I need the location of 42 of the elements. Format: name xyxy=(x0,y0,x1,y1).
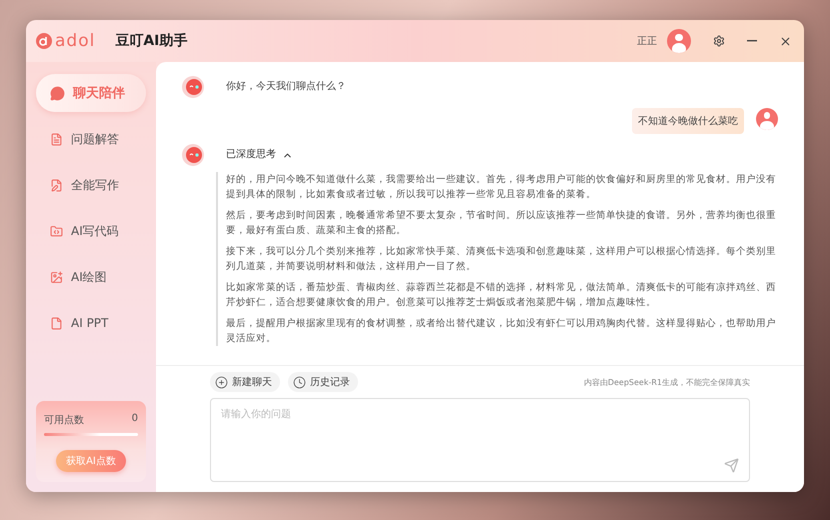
app-title: 豆叮AI助手 xyxy=(115,32,188,50)
user-message: 不知道今晚做什么菜吃 xyxy=(632,108,744,134)
new-chat-button[interactable]: 新建聊天 xyxy=(210,372,280,392)
sidebar-item[interactable]: AI写代码 xyxy=(36,212,146,250)
list-document-icon xyxy=(50,132,63,146)
chat-bubble-icon xyxy=(50,86,65,100)
question-input-field[interactable]: 请输入你的问题 xyxy=(210,398,750,482)
image-icon xyxy=(50,270,63,284)
thinking-paragraph: 好的，用户问今晚不知道做什么菜，我需要给出一些建议。首先，得考虑用户可能的饮食偏好和厨房里的常见食材。用户没有提到具体的限制，比如素食或者过敏，所以我可以推荐一些常见且容易准备的菜肴。 xyxy=(226,173,777,202)
points-value: 0 xyxy=(132,413,138,426)
sidebar-item[interactable]: 问题解答 xyxy=(36,120,146,158)
sidebar-item[interactable]: AI PPT xyxy=(36,304,146,342)
pen-document-icon xyxy=(50,178,63,192)
plus-icon xyxy=(215,376,228,388)
robot-avatar-icon xyxy=(182,144,204,166)
bot-message: 你好，今天我们聊点什么？ xyxy=(226,80,346,94)
logo-icon xyxy=(36,33,52,49)
settings-icon xyxy=(713,35,725,47)
send-icon xyxy=(724,458,739,473)
sidebar-item[interactable]: 全能写作 xyxy=(36,166,146,204)
thinking-paragraph: 接下来，我可以分几个类别来推荐，比如家常快手菜、清爽低卡选项和创意趣味菜，这样用户可以根据心情选择。每个类别里列几道菜，并简要说明材料和做法，这样用户一目了然。 xyxy=(226,245,777,274)
robot-avatar-icon xyxy=(182,76,204,98)
close-button[interactable] xyxy=(779,34,792,48)
thinking-toggle[interactable]: 已深度思考 xyxy=(226,144,293,166)
minimize-icon xyxy=(747,40,757,42)
points-label: 可用点数 xyxy=(44,414,84,427)
history-button[interactable]: 历史记录 xyxy=(288,372,358,392)
user-avatar-icon xyxy=(756,108,778,130)
sidebar-item[interactable]: AI绘图 xyxy=(36,258,146,296)
clock-icon xyxy=(293,376,306,388)
user-name: 正正 xyxy=(637,35,657,48)
document-icon xyxy=(50,316,63,330)
logo-text: adol xyxy=(55,31,96,51)
minimize-button[interactable] xyxy=(747,40,757,42)
settings-button[interactable] xyxy=(713,35,725,47)
close-icon xyxy=(779,34,792,48)
thinking-paragraph: 最后，提醒用户根据家里现有的食材调整，或者给出替代建议，比如没有虾仁可以用鸡胸肉代替。这样显得贴心，也帮助用户灵活应对。 xyxy=(226,317,777,346)
user-avatar-icon[interactable] xyxy=(667,29,691,53)
thinking-paragraph: 然后，要考虑到时间因素，晚餐通常希望不要太复杂，节省时间。所以应该推荐一些简单快捷的食谱。另外，营养均衡也很重要，最好有蛋白质、蔬菜和主食的搭配。 xyxy=(226,209,777,238)
disclaimer-text: 内容由DeepSeek-R1生成，不能完全保障真实 xyxy=(584,376,750,388)
thinking-paragraph: 比如家常菜的话，番茄炒蛋、青椒肉丝、蒜蓉西兰花都是不错的选择，材料常见，做法简单。清爽低卡的可能有凉拌鸡丝、西芹炒虾仁，适合想要健康饮食的用户。创意菜可以推荐芝士焗饭或者泡菜肥牛锅，增加点趣味性。 xyxy=(226,281,777,310)
code-folder-icon xyxy=(50,224,63,238)
